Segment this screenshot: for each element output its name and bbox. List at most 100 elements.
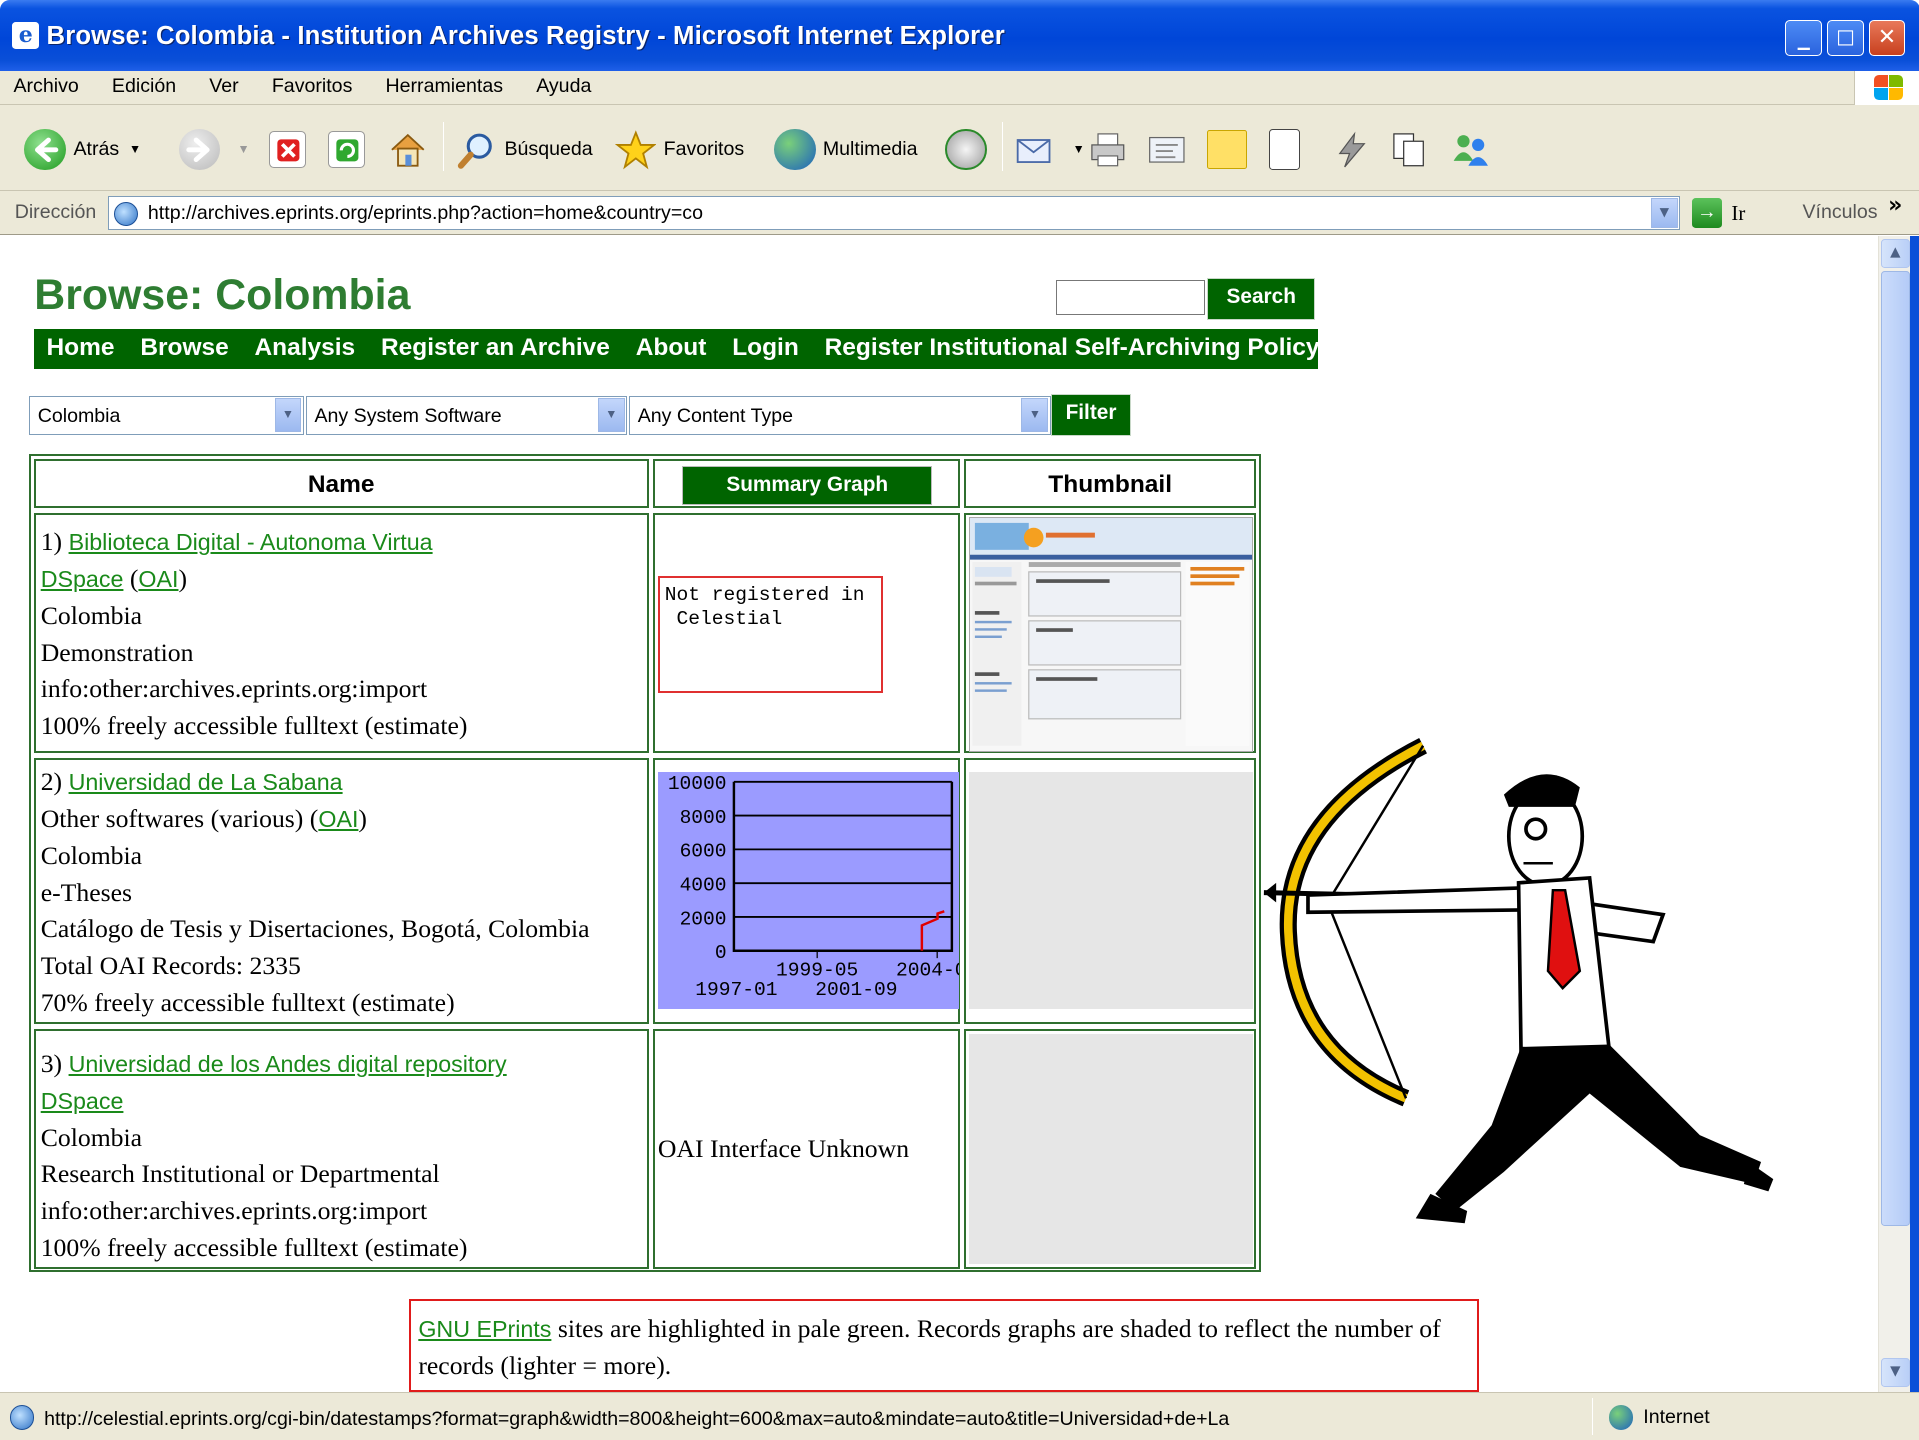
country-select[interactable]: Colombia ▼ bbox=[29, 395, 304, 435]
record-type: Demonstration bbox=[40, 637, 194, 667]
copy-pages-button[interactable] bbox=[1389, 125, 1438, 174]
site-thumbnail-image[interactable] bbox=[968, 517, 1253, 753]
chevron-down-icon[interactable]: ▼ bbox=[274, 397, 302, 432]
record-extra: info:other:archives.eprints.org:import bbox=[40, 674, 428, 704]
chart-axes bbox=[732, 781, 953, 952]
links-chevron-icon[interactable]: » bbox=[1888, 193, 1902, 218]
back-dropdown-icon[interactable]: ▼ bbox=[129, 142, 141, 156]
nav-home[interactable]: Home bbox=[34, 329, 115, 362]
thumbnail-cell bbox=[964, 512, 1256, 753]
research-button[interactable] bbox=[1268, 125, 1308, 174]
forward-button[interactable]: ▼ bbox=[178, 125, 250, 174]
oai-link[interactable]: OAI bbox=[138, 566, 178, 592]
nav-register-policy[interactable]: Register Institutional Self-Archiving Po… bbox=[812, 329, 1320, 362]
edit-button[interactable] bbox=[1146, 125, 1195, 174]
go-button[interactable]: → Ir bbox=[1692, 196, 1745, 230]
scroll-up-icon[interactable]: ▲ bbox=[1880, 238, 1910, 269]
thumbnail-cell bbox=[964, 757, 1256, 1025]
refresh-button[interactable] bbox=[328, 125, 372, 174]
title-bar[interactable]: e Browse: Colombia - Institution Archive… bbox=[0, 0, 1919, 72]
nav-register-archive[interactable]: Register an Archive bbox=[369, 329, 610, 362]
scroll-thumb[interactable] bbox=[1880, 270, 1910, 1226]
menu-ver[interactable]: Ver bbox=[196, 71, 250, 98]
record-info: 1) Biblioteca Digital - Autonoma Virtua … bbox=[41, 524, 468, 744]
home-button[interactable] bbox=[387, 125, 436, 174]
software-select[interactable]: Any System Software ▼ bbox=[306, 395, 627, 435]
nav-login[interactable]: Login bbox=[720, 329, 799, 362]
history-clock-icon bbox=[945, 128, 987, 171]
scroll-down-icon[interactable]: ▼ bbox=[1880, 1357, 1910, 1388]
toolbar-separator bbox=[1001, 122, 1003, 172]
table-row: 3) Universidad de los Andes digital repo… bbox=[33, 1029, 649, 1270]
chart-y-tick-label: 10000 bbox=[668, 773, 727, 795]
record-name-link[interactable]: Universidad de La Sabana bbox=[69, 769, 343, 795]
record-name-link[interactable]: Universidad de los Andes digital reposit… bbox=[69, 1051, 507, 1077]
record-info: 2) Universidad de La Sabana Other softwa… bbox=[41, 764, 590, 1021]
nav-browse[interactable]: Browse bbox=[128, 329, 228, 362]
vertical-scrollbar[interactable]: ▲ ▼ bbox=[1878, 236, 1911, 1393]
maximize-button[interactable]: □ bbox=[1826, 19, 1864, 57]
pages-icon bbox=[1389, 129, 1431, 171]
messenger-button[interactable] bbox=[1450, 125, 1499, 174]
messenger-bolt-button[interactable] bbox=[1330, 125, 1379, 174]
star-icon bbox=[614, 129, 657, 171]
media-toolbar-button[interactable]: Multimedia bbox=[773, 125, 918, 174]
minimize-button[interactable]: _ bbox=[1785, 19, 1823, 57]
record-info: 3) Universidad de los Andes digital repo… bbox=[41, 1046, 507, 1266]
chevron-down-icon[interactable]: ▼ bbox=[597, 397, 625, 432]
record-name-link[interactable]: Biblioteca Digital - Autonoma Virtua bbox=[69, 529, 433, 555]
menu-herramientas[interactable]: Herramientas bbox=[372, 71, 514, 98]
window-frame-right bbox=[1910, 236, 1919, 1440]
filter-button[interactable]: Filter bbox=[1050, 394, 1132, 436]
address-input[interactable]: http://archives.eprints.org/eprints.php?… bbox=[107, 195, 1680, 231]
address-dropdown-icon[interactable]: ▼ bbox=[1650, 198, 1678, 228]
history-button[interactable] bbox=[945, 125, 994, 174]
oai-link[interactable]: OAI bbox=[318, 806, 358, 832]
forward-arrow-icon bbox=[178, 128, 221, 171]
favorites-toolbar-button[interactable]: Favoritos bbox=[614, 125, 744, 174]
status-bar: http://celestial.eprints.org/cgi-bin/dat… bbox=[0, 1392, 1919, 1440]
chart-y-tick-label: 0 bbox=[715, 942, 727, 964]
record-country: Colombia bbox=[40, 1122, 143, 1152]
menu-ayuda[interactable]: Ayuda bbox=[523, 71, 603, 98]
chevron-down-icon[interactable]: ▼ bbox=[1021, 397, 1049, 432]
record-type: Research Institutional or Departmental bbox=[40, 1159, 440, 1189]
menu-edicion[interactable]: Edición bbox=[98, 71, 187, 98]
header-thumbnail-cell: Thumbnail bbox=[964, 458, 1256, 508]
software-link[interactable]: DSpace bbox=[41, 566, 124, 592]
stop-button[interactable] bbox=[269, 125, 313, 174]
column-header-name: Name bbox=[307, 470, 375, 498]
links-label[interactable]: Vínculos bbox=[1802, 201, 1877, 224]
search-button[interactable]: Search bbox=[1207, 277, 1316, 320]
mail-dropdown-icon[interactable]: ▼ bbox=[1073, 142, 1085, 156]
summary-graph-button[interactable]: Summary Graph bbox=[682, 465, 933, 505]
print-button[interactable] bbox=[1087, 125, 1136, 174]
page-icon bbox=[113, 201, 139, 227]
content-type-select[interactable]: Any Content Type ▼ bbox=[629, 395, 1051, 435]
discuss-button[interactable] bbox=[1207, 125, 1254, 174]
search-input[interactable] bbox=[1055, 280, 1205, 315]
header-name-cell: Name bbox=[33, 458, 649, 508]
printer-icon bbox=[1087, 129, 1129, 171]
software-link[interactable]: DSpace bbox=[41, 1088, 124, 1114]
close-button[interactable]: ✕ bbox=[1868, 19, 1906, 57]
records-graph[interactable]: 10000800060004000200001999-052004-011997… bbox=[657, 771, 960, 1010]
chart-y-tick-label: 2000 bbox=[679, 908, 726, 930]
forward-dropdown-icon[interactable]: ▼ bbox=[238, 142, 250, 156]
back-button[interactable]: Atrás ▼ bbox=[24, 125, 141, 174]
chart-y-tick-label: 6000 bbox=[679, 840, 726, 862]
search-toolbar-button[interactable]: Búsqueda bbox=[456, 125, 593, 174]
menu-bar: Archivo Edición Ver Favoritos Herramient… bbox=[0, 71, 1919, 106]
mail-button[interactable]: ▼ bbox=[1014, 125, 1085, 174]
nav-about[interactable]: About bbox=[623, 329, 707, 362]
menu-archivo[interactable]: Archivo bbox=[0, 71, 90, 98]
security-zone: Internet bbox=[1608, 1405, 1710, 1430]
status-page-icon bbox=[9, 1405, 35, 1430]
nav-analysis[interactable]: Analysis bbox=[242, 329, 356, 362]
menu-favoritos[interactable]: Favoritos bbox=[258, 71, 363, 98]
chart-x-tick-label: 2004-01 bbox=[896, 959, 959, 981]
magnifier-icon bbox=[456, 129, 498, 171]
gnu-eprints-link[interactable]: GNU EPrints bbox=[418, 1316, 551, 1342]
edit-page-icon bbox=[1146, 129, 1188, 171]
graph-cell: OAI Interface Unknown bbox=[653, 1029, 960, 1270]
